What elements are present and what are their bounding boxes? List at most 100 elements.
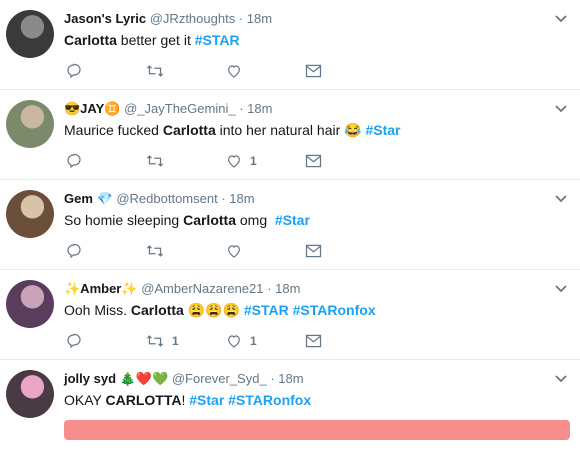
retweet-icon xyxy=(146,333,164,349)
heart-icon xyxy=(226,243,242,259)
tweet-text-segment: better get it xyxy=(116,32,195,48)
hashtag-link[interactable]: #Star xyxy=(275,212,310,228)
timestamp[interactable]: 18m xyxy=(229,191,254,206)
retweet-button[interactable]: 1 xyxy=(146,332,179,350)
display-name[interactable]: 😎JAY♊ xyxy=(64,101,120,116)
reply-icon xyxy=(66,153,82,169)
tweet-actions: 1 1 xyxy=(64,332,344,350)
hashtag-link[interactable]: #STAR xyxy=(195,32,240,48)
reply-icon xyxy=(66,63,82,79)
tweet-text-segment: Ooh Miss. xyxy=(64,302,131,318)
tweet[interactable]: 😎JAY♊ @_JayTheGemini_ · 18m Maurice fuck… xyxy=(0,90,580,180)
envelope-icon xyxy=(305,244,322,258)
reply-button[interactable] xyxy=(66,62,90,80)
username[interactable]: @Redbottomsent xyxy=(116,191,217,206)
like-button[interactable]: 1 xyxy=(226,332,257,350)
separator-dot: · xyxy=(221,191,226,206)
bold-text: Carlotta xyxy=(64,32,117,48)
avatar[interactable] xyxy=(6,280,54,328)
retweet-icon xyxy=(146,153,164,169)
username[interactable]: @JRzthoughts xyxy=(150,11,235,26)
tweet-header: ✨Amber✨ @AmberNazarene21 · 18m xyxy=(64,280,300,298)
hashtag-link[interactable]: #STAR xyxy=(244,302,289,318)
separator-dot: · xyxy=(238,11,244,26)
retweet-icon xyxy=(146,243,164,259)
retweet-icon xyxy=(146,63,164,79)
tweet-text-segment: So homie sleeping xyxy=(64,212,184,228)
tweet-text-segment: OKAY xyxy=(64,392,106,408)
like-button[interactable]: 1 xyxy=(226,152,257,170)
tweet[interactable]: Jason's Lyric @JRzthoughts · 18m Carlott… xyxy=(0,0,580,90)
chevron-down-icon[interactable] xyxy=(554,192,568,206)
envelope-icon xyxy=(305,154,322,168)
tweet-text: Ooh Miss. Carlotta 😩😩😩 #STAR #STARonfox xyxy=(64,300,376,320)
tweet-text-segment: 😩😩😩 xyxy=(183,302,244,318)
promo-banner[interactable] xyxy=(64,420,570,440)
timestamp[interactable]: 18m xyxy=(278,371,303,386)
hashtag-link[interactable]: #Star xyxy=(189,392,224,408)
hashtag-link[interactable]: #Star xyxy=(365,122,400,138)
reply-icon xyxy=(66,243,82,259)
timestamp[interactable]: 18m xyxy=(275,281,300,296)
avatar[interactable] xyxy=(6,370,54,418)
direct-message-button[interactable] xyxy=(305,242,322,260)
tweet[interactable]: ✨Amber✨ @AmberNazarene21 · 18m Ooh Miss.… xyxy=(0,270,580,360)
tweet-text: OKAY CARLOTTA! #Star #STARonfox xyxy=(64,390,311,410)
like-button[interactable] xyxy=(226,62,250,80)
tweet-actions xyxy=(64,242,344,260)
retweet-button[interactable] xyxy=(146,62,172,80)
reply-icon xyxy=(66,333,82,349)
like-count: 1 xyxy=(250,154,257,168)
hashtag-link[interactable]: #STARonfox xyxy=(293,302,376,318)
separator-dot: · xyxy=(270,371,275,386)
separator-dot: · xyxy=(267,281,272,296)
display-name[interactable]: ✨Amber✨ xyxy=(64,281,138,296)
username[interactable]: @AmberNazarene21 xyxy=(141,281,263,296)
tweet[interactable]: Gem 💎 @Redbottomsent · 18m So homie slee… xyxy=(0,180,580,270)
display-name[interactable]: Jason's Lyric xyxy=(64,11,146,26)
tweet-text: Maurice fucked Carlotta into her natural… xyxy=(64,120,401,140)
username[interactable]: @Forever_Syd_ xyxy=(172,371,267,386)
envelope-icon xyxy=(305,334,322,348)
tweet-header: jolly syd 🎄❤️💚 @Forever_Syd_ · 18m xyxy=(64,370,304,388)
bold-text: CARLOTTA xyxy=(105,392,182,408)
heart-icon xyxy=(226,333,242,349)
tweet-text: Carlotta better get it #STAR xyxy=(64,30,240,50)
retweet-button[interactable] xyxy=(146,152,172,170)
direct-message-button[interactable] xyxy=(305,332,322,350)
name-emoji: 🎄❤️💚 xyxy=(119,371,169,386)
tweet-text-segment: Maurice fucked xyxy=(64,122,163,138)
direct-message-button[interactable] xyxy=(305,62,322,80)
heart-icon xyxy=(226,153,242,169)
hashtag-link[interactable]: #STARonfox xyxy=(228,392,311,408)
retweet-count: 1 xyxy=(172,334,179,348)
chevron-down-icon[interactable] xyxy=(554,282,568,296)
like-button[interactable] xyxy=(226,242,250,260)
reply-button[interactable] xyxy=(66,152,90,170)
chevron-down-icon[interactable] xyxy=(554,372,568,386)
avatar[interactable] xyxy=(6,10,54,58)
direct-message-button[interactable] xyxy=(305,152,322,170)
display-name[interactable]: Gem xyxy=(64,191,93,206)
tweet-text-segment: omg xyxy=(235,212,275,228)
tweet-header: 😎JAY♊ @_JayTheGemini_ · 18m xyxy=(64,100,272,118)
chevron-down-icon[interactable] xyxy=(554,12,568,26)
timestamp[interactable]: 18m xyxy=(247,11,272,26)
separator-dot: · xyxy=(239,101,244,116)
reply-button[interactable] xyxy=(66,332,90,350)
name-emoji: 💎 xyxy=(96,191,113,206)
bold-text: Carlotta xyxy=(162,122,216,138)
avatar[interactable] xyxy=(6,190,54,238)
tweet-text-segment: into her natural hair 😂 xyxy=(215,122,366,138)
username[interactable]: @_JayTheGemini_ xyxy=(124,101,235,116)
retweet-button[interactable] xyxy=(146,242,172,260)
tweet-header: Gem 💎 @Redbottomsent · 18m xyxy=(64,190,255,208)
tweet-header: Jason's Lyric @JRzthoughts · 18m xyxy=(64,10,272,28)
bold-text: Carlotta xyxy=(130,302,184,318)
chevron-down-icon[interactable] xyxy=(554,102,568,116)
display-name[interactable]: jolly syd xyxy=(64,371,116,386)
avatar[interactable] xyxy=(6,100,54,148)
heart-icon xyxy=(226,63,242,79)
reply-button[interactable] xyxy=(66,242,90,260)
timestamp[interactable]: 18m xyxy=(247,101,272,116)
